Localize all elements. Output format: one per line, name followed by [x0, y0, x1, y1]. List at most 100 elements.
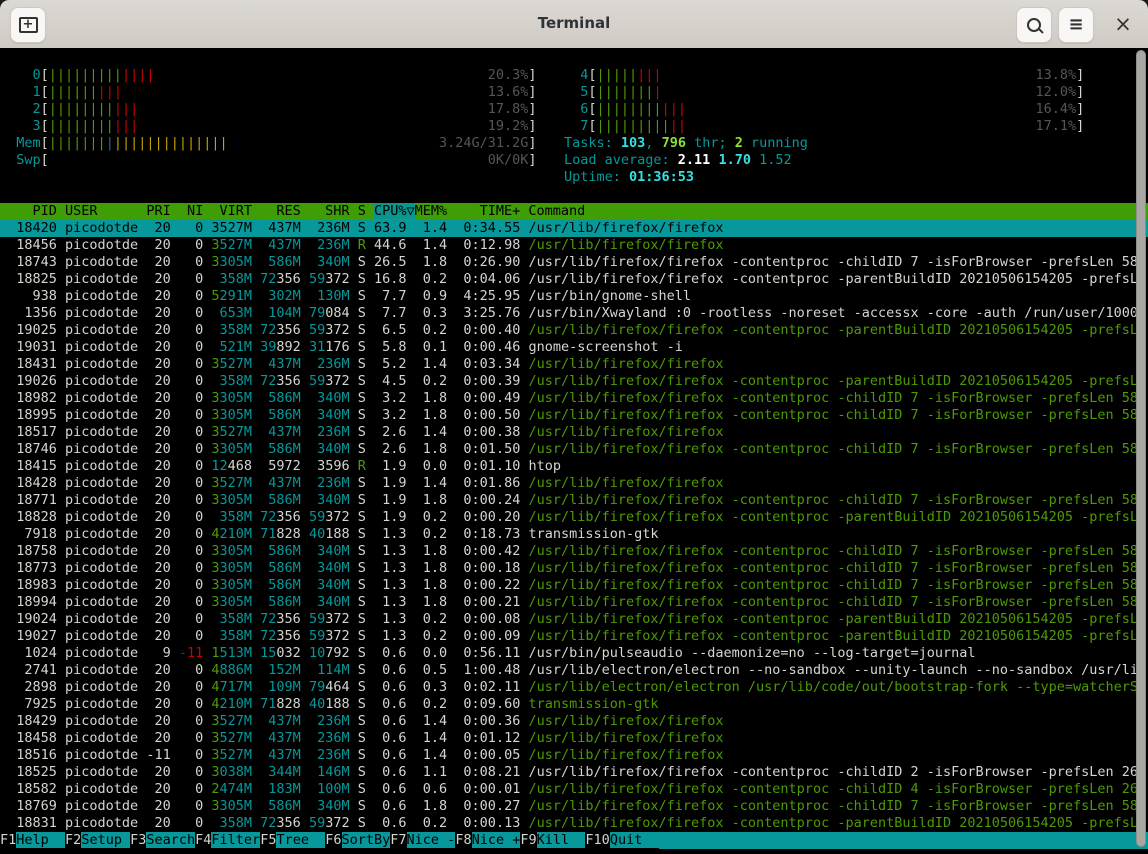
process-row-18825[interactable]: 18825 picodotde 20 0 358M 72356 59372 S …	[0, 271, 1148, 288]
search-button[interactable]	[1016, 7, 1052, 43]
cell-state: S	[358, 305, 366, 321]
process-row-18431[interactable]: 18431 picodotde 20 0 3527M 437M 236M S 5…	[0, 356, 1148, 373]
close-button[interactable]: ×	[1106, 7, 1140, 41]
cell-mem: 1.4	[407, 424, 448, 440]
process-row-18420[interactable]: 18420 picodotde 20 0 3527M 437M 236M S 6…	[0, 220, 1148, 237]
process-row-19027[interactable]: 19027 picodotde 20 0 358M 72356 59372 S …	[0, 628, 1148, 645]
process-row-18525[interactable]: 18525 picodotde 20 0 3038M 344M 146M S 0…	[0, 764, 1148, 781]
cell-user: picodotde	[65, 492, 146, 508]
process-row-18415[interactable]: 18415 picodotde 20 0 12468 5972 3596 R 1…	[0, 458, 1148, 475]
cell-cpu: 0.6	[366, 747, 407, 763]
column-header-time[interactable]: TIME+	[455, 203, 528, 219]
column-header-res[interactable]: RES	[260, 203, 309, 219]
cell-mem: 1.8	[407, 798, 448, 814]
process-row-18746[interactable]: 18746 picodotde 20 0 3305M 586M 340M S 2…	[0, 441, 1148, 458]
process-row-18771[interactable]: 18771 picodotde 20 0 3305M 586M 340M S 1…	[0, 492, 1148, 509]
cell-command: /usr/lib/firefox/firefox -contentproc -p…	[528, 628, 1146, 644]
cell-ni: 0	[179, 798, 203, 814]
process-row-18743[interactable]: 18743 picodotde 20 0 3305M 586M 340M S 2…	[0, 254, 1148, 271]
fnkey-f3-search[interactable]: F3Search	[130, 832, 195, 849]
process-row-18428[interactable]: 18428 picodotde 20 0 3527M 437M 236M S 1…	[0, 475, 1148, 492]
cell-shr	[309, 543, 317, 559]
process-row-18517[interactable]: 18517 picodotde 20 0 3527M 437M 236M S 2…	[0, 424, 1148, 441]
fnkey-f8-nice+[interactable]: F8Nice +	[455, 832, 520, 849]
cell-shr	[309, 237, 317, 253]
process-row-18994[interactable]: 18994 picodotde 20 0 3305M 586M 340M S 1…	[0, 594, 1148, 611]
fnkey-f4-filter[interactable]: F4Filter	[195, 832, 260, 849]
process-row-18516[interactable]: 18516 picodotde -11 0 3527M 437M 236M S …	[0, 747, 1148, 764]
cpu-meter-3: 3[||||||||||| 19.2%]	[0, 118, 537, 135]
process-row-18773[interactable]: 18773 picodotde 20 0 3305M 586M 340M S 1…	[0, 560, 1148, 577]
cell-user: picodotde	[65, 645, 146, 661]
fnkey-f1-help[interactable]: F1Help	[0, 832, 65, 849]
fnkey-f6-sortby[interactable]: F6SortBy	[325, 832, 390, 849]
cell-pri: 20	[146, 458, 179, 474]
column-header-command[interactable]: Command	[528, 203, 585, 219]
cell-user: picodotde	[65, 390, 146, 406]
process-row-2741[interactable]: 2741 picodotde 20 0 4886M 152M 114M S 0.…	[0, 662, 1148, 679]
fnkey-f10-quit[interactable]: F10Quit	[585, 832, 658, 849]
process-row-18769[interactable]: 18769 picodotde 20 0 3305M 586M 340M S 0…	[0, 798, 1148, 815]
process-row-7918[interactable]: 7918 picodotde 20 0 4210M 71828 40188 S …	[0, 526, 1148, 543]
column-header-ni[interactable]: NI	[179, 203, 212, 219]
process-row-18758[interactable]: 18758 picodotde 20 0 3305M 586M 340M S 1…	[0, 543, 1148, 560]
cell-cpu: 5.2	[366, 356, 407, 372]
cell-mem: 1.4	[407, 730, 448, 746]
cell-pri: 20	[146, 594, 179, 610]
process-row-1024[interactable]: 1024 picodotde 9 -11 1513M 15032 10792 S…	[0, 645, 1148, 662]
cell-ni: 0	[179, 356, 203, 372]
process-row-19025[interactable]: 19025 picodotde 20 0 358M 72356 59372 S …	[0, 322, 1148, 339]
cell-shr	[309, 390, 317, 406]
cell-ni: 0	[179, 407, 203, 423]
process-row-19031[interactable]: 19031 picodotde 20 0 521M 39892 31176 S …	[0, 339, 1148, 356]
column-header-pri[interactable]: PRI	[146, 203, 179, 219]
cell-ni: 0	[179, 220, 203, 236]
fnkey-f7-nice-[interactable]: F7Nice -	[390, 832, 455, 849]
cell-user: picodotde	[65, 747, 146, 763]
process-table-header[interactable]: PID USER PRI NI VIRT RES SHR S CPU%▽MEM%…	[0, 203, 1148, 220]
process-row-2898[interactable]: 2898 picodotde 20 0 4717M 109M 79464 S 0…	[0, 679, 1148, 696]
column-header-virt[interactable]: VIRT	[211, 203, 260, 219]
cell-pri: 20	[146, 220, 179, 236]
column-header-cpu-sort[interactable]: CPU%▽	[374, 203, 415, 219]
process-row-18982[interactable]: 18982 picodotde 20 0 3305M 586M 340M S 3…	[0, 390, 1148, 407]
process-row-18429[interactable]: 18429 picodotde 20 0 3527M 437M 236M S 0…	[0, 713, 1148, 730]
cell-cpu: 0.6	[366, 798, 407, 814]
process-row-7925[interactable]: 7925 picodotde 20 0 4210M 71828 40188 S …	[0, 696, 1148, 713]
process-row-18828[interactable]: 18828 picodotde 20 0 358M 72356 59372 S …	[0, 509, 1148, 526]
process-row-18995[interactable]: 18995 picodotde 20 0 3305M 586M 340M S 3…	[0, 407, 1148, 424]
cell-cpu: 4.5	[366, 373, 407, 389]
cell-time: 4:25.95	[447, 288, 520, 304]
fnkey-f5-tree[interactable]: F5Tree	[260, 832, 325, 849]
column-header-shr[interactable]: SHR	[309, 203, 358, 219]
process-row-19024[interactable]: 19024 picodotde 20 0 358M 72356 59372 S …	[0, 611, 1148, 628]
cell-command: transmission-gtk	[528, 696, 658, 712]
cell-shr	[309, 424, 317, 440]
scrollbar[interactable]	[1135, 50, 1147, 847]
process-row-1356[interactable]: 1356 picodotde 20 0 653M 104M 79084 S 7.…	[0, 305, 1148, 322]
column-header-state[interactable]: S	[358, 203, 374, 219]
menu-button[interactable]: ≡	[1058, 7, 1094, 43]
fnkey-f2-setup[interactable]: F2Setup	[65, 832, 130, 849]
fnkey-f9-kill[interactable]: F9Kill	[520, 832, 585, 849]
process-row-18456[interactable]: 18456 picodotde 20 0 3527M 437M 236M R 4…	[0, 237, 1148, 254]
cell-cpu: 0.6	[366, 645, 407, 661]
column-header-user[interactable]: USER	[65, 203, 146, 219]
process-row-18831[interactable]: 18831 picodotde 20 0 358M 72356 59372 S …	[0, 815, 1148, 832]
cell-user: picodotde	[65, 322, 146, 338]
process-row-938[interactable]: 938 picodotde 20 0 5291M 302M 130M S 7.7…	[0, 288, 1148, 305]
process-row-18582[interactable]: 18582 picodotde 20 0 2474M 183M 100M S 0…	[0, 781, 1148, 798]
scrollbar-thumb[interactable]	[1136, 50, 1146, 847]
process-row-18458[interactable]: 18458 picodotde 20 0 3527M 437M 236M S 0…	[0, 730, 1148, 747]
cell-pid: 18429	[0, 713, 65, 729]
cell-pri: 20	[146, 509, 179, 525]
cell-pid: 19026	[0, 373, 65, 389]
cell-time: 0:34.55	[447, 220, 520, 236]
column-header-mem[interactable]: MEM%	[415, 203, 456, 219]
cell-ni: 0	[179, 594, 203, 610]
process-row-19026[interactable]: 19026 picodotde 20 0 358M 72356 59372 S …	[0, 373, 1148, 390]
process-row-18983[interactable]: 18983 picodotde 20 0 3305M 586M 340M S 1…	[0, 577, 1148, 594]
cell-time: 0:00.18	[447, 560, 520, 576]
cell-mem: 0.5	[407, 662, 448, 678]
column-header-pid[interactable]: PID	[0, 203, 65, 219]
